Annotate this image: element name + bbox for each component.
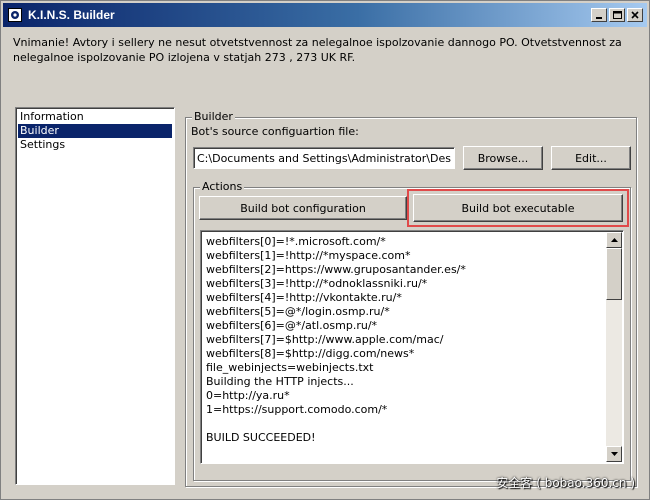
log-line: webfilters[0]=!*.microsoft.com/* (206, 235, 386, 248)
log-scrollbar[interactable] (606, 232, 622, 462)
actions-group-title: Actions (200, 180, 245, 194)
minimize-button[interactable] (591, 8, 607, 22)
scroll-thumb[interactable] (606, 248, 622, 300)
builder-group-title: Builder (192, 110, 235, 124)
nav-item-settings[interactable]: Settings (18, 138, 172, 152)
builder-window: K.I.N.S. Builder Vnimanie! Avtory i sell… (0, 0, 650, 500)
log-line: webfilters[7]=$http://www.apple.com/mac/ (206, 333, 444, 346)
scroll-down-button[interactable] (606, 446, 622, 462)
nav-item-information[interactable]: Information (18, 110, 172, 124)
log-line-build-result: BUILD SUCCEEDED! (206, 431, 316, 444)
disclaimer-text: Vnimanie! Avtory i sellery ne nesut otve… (13, 36, 622, 64)
window-title: K.I.N.S. Builder (28, 8, 115, 22)
log-lines: webfilters[0]=!*.microsoft.com/* webfilt… (206, 235, 601, 445)
maximize-icon (612, 11, 622, 19)
browse-button[interactable]: Browse... (463, 146, 543, 170)
watermark: 安全客 ( bobao.360.cn ) (496, 476, 635, 490)
app-icon (7, 7, 23, 23)
log-line: webfilters[1]=!http://*myspace.com* (206, 249, 411, 262)
log-line: webfilters[2]=https://www.gruposantander… (206, 263, 466, 276)
nav-item-builder[interactable]: Builder (18, 124, 172, 138)
log-line: file_webinjects=webinjects.txt (206, 361, 374, 374)
build-log-output[interactable]: webfilters[0]=!*.microsoft.com/* webfilt… (200, 230, 624, 464)
arrow-up-icon (610, 238, 618, 242)
log-line: webfilters[8]=$http://digg.com/news* (206, 347, 415, 360)
build-bot-configuration-button[interactable]: Build bot configuration (199, 196, 407, 220)
source-config-label: Bot's source configuartion file: (191, 125, 359, 138)
source-config-path-input[interactable] (193, 147, 455, 169)
build-bot-executable-button[interactable]: Build bot executable (413, 194, 623, 222)
log-line: 1=https://support.comodo.com/* (206, 403, 388, 416)
log-line: webfilters[3]=!http://*odnoklassniki.ru/… (206, 277, 428, 290)
close-button[interactable] (627, 8, 643, 22)
log-line: webfilters[5]=@*/login.osmp.ru/* (206, 305, 390, 318)
scroll-up-button[interactable] (606, 232, 622, 248)
title-bar[interactable]: K.I.N.S. Builder (3, 3, 647, 27)
close-icon (631, 11, 639, 19)
edit-button[interactable]: Edit... (551, 146, 631, 170)
section-list[interactable]: Information Builder Settings (15, 107, 175, 485)
log-line: Building the HTTP injects... (206, 375, 354, 388)
log-line: webfilters[6]=@*/atl.osmp.ru/* (206, 319, 378, 332)
log-line: webfilters[4]=!http://vkontakte.ru/* (206, 291, 402, 304)
minimize-icon (596, 17, 602, 19)
maximize-button[interactable] (609, 8, 625, 22)
log-line: 0=http://ya.ru* (206, 389, 290, 402)
arrow-down-icon (610, 452, 618, 456)
